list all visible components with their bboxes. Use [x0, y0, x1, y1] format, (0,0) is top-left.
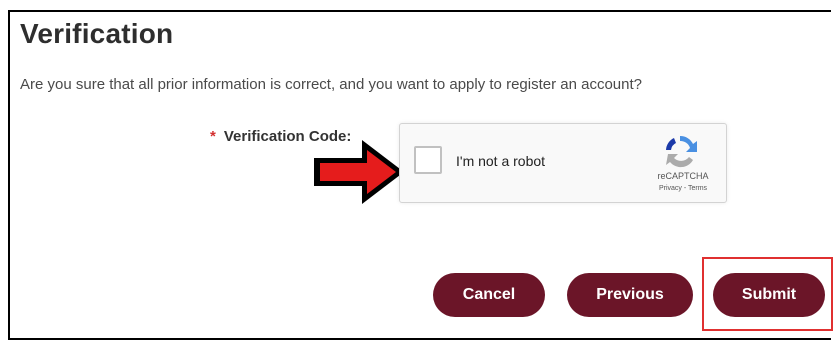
cancel-button[interactable]: Cancel: [433, 273, 545, 317]
recaptcha-logo-icon: [666, 135, 697, 168]
verification-panel: Verification Are you sure that all prior…: [8, 10, 833, 340]
previous-button[interactable]: Previous: [567, 273, 693, 317]
recaptcha-checkbox-label: I'm not a robot: [456, 153, 546, 169]
recaptcha-brand-text: reCAPTCHA: [657, 171, 709, 181]
recaptcha-privacy-terms[interactable]: Privacy - Terms: [650, 185, 716, 192]
recaptcha-widget: I'm not a robot reCAPTCHA Privacy - Term…: [399, 123, 727, 203]
page-title: Verification: [20, 18, 174, 49]
recaptcha-checkbox[interactable]: [414, 146, 442, 174]
submit-button[interactable]: Submit: [713, 273, 825, 317]
required-marker: *: [210, 128, 216, 145]
red-arrow-annotation: [314, 140, 404, 204]
page-description: Are you sure that all prior information …: [20, 76, 642, 93]
